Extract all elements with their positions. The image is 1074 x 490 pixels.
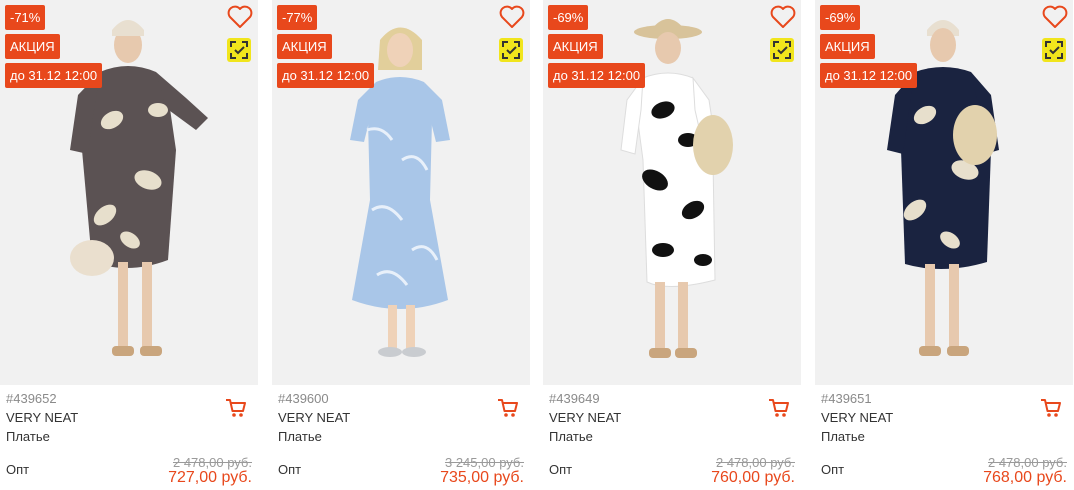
cart-icon[interactable] bbox=[224, 397, 248, 419]
product-sku: #439600 bbox=[278, 391, 329, 406]
product-info: #439652 VERY NEAT Платье Опт 2 478,00 ру… bbox=[0, 385, 258, 490]
old-price: 2 478,00 руб. bbox=[715, 455, 795, 470]
product-info: #439600 VERY NEAT Платье Опт 3 245,00 ру… bbox=[272, 385, 530, 490]
old-price: 3 245,00 руб. bbox=[444, 455, 524, 470]
promo-badge: АКЦИЯ bbox=[820, 34, 875, 59]
product-sku: #439651 bbox=[821, 391, 872, 406]
product-type: Платье bbox=[549, 429, 593, 444]
badge-stack: -71% АКЦИЯ до 31.12 12:00 bbox=[5, 5, 103, 88]
promo-badge: АКЦИЯ bbox=[277, 34, 332, 59]
promo-badge: АКЦИЯ bbox=[548, 34, 603, 59]
cart-icon[interactable] bbox=[496, 397, 520, 419]
deadline-badge: до 31.12 12:00 bbox=[548, 63, 646, 88]
product-type: Платье bbox=[278, 429, 322, 444]
heart-icon[interactable] bbox=[227, 5, 253, 29]
price-type-label: Опт bbox=[821, 462, 845, 477]
deadline-badge: до 31.12 12:00 bbox=[820, 63, 918, 88]
current-price: 760,00 руб. bbox=[711, 469, 795, 486]
cart-icon[interactable] bbox=[1039, 397, 1063, 419]
product-sku: #439649 bbox=[549, 391, 600, 406]
badge-stack: -77% АКЦИЯ до 31.12 12:00 bbox=[277, 5, 375, 88]
heart-icon[interactable] bbox=[1042, 5, 1068, 29]
discount-badge: -71% bbox=[5, 5, 46, 30]
product-brand[interactable]: VERY NEAT bbox=[549, 408, 795, 427]
deadline-badge: до 31.12 12:00 bbox=[277, 63, 375, 88]
product-card[interactable]: -69% АКЦИЯ до 31.12 12:00 #439649 VERY N… bbox=[543, 0, 801, 490]
price-type-label: Опт bbox=[549, 462, 573, 477]
current-price: 768,00 руб. bbox=[983, 469, 1067, 486]
product-type: Платье bbox=[821, 429, 865, 444]
product-card[interactable]: -77% АКЦИЯ до 31.12 12:00 #439600 VERY N… bbox=[272, 0, 530, 490]
product-brand[interactable]: VERY NEAT bbox=[6, 408, 252, 427]
badge-stack: -69% АКЦИЯ до 31.12 12:00 bbox=[820, 5, 918, 88]
current-price: 735,00 руб. bbox=[440, 469, 524, 486]
compare-check-icon[interactable] bbox=[770, 38, 794, 62]
product-brand[interactable]: VERY NEAT bbox=[278, 408, 524, 427]
old-price: 2 478,00 руб. bbox=[987, 455, 1067, 470]
heart-icon[interactable] bbox=[770, 5, 796, 29]
promo-badge: АКЦИЯ bbox=[5, 34, 60, 59]
product-card[interactable]: -71% АКЦИЯ до 31.12 12:00 #439652 VERY N… bbox=[0, 0, 258, 490]
heart-icon[interactable] bbox=[499, 5, 525, 29]
compare-check-icon[interactable] bbox=[499, 38, 523, 62]
compare-check-icon[interactable] bbox=[227, 38, 251, 62]
product-brand[interactable]: VERY NEAT bbox=[821, 408, 1067, 427]
discount-badge: -69% bbox=[548, 5, 589, 30]
deadline-badge: до 31.12 12:00 bbox=[5, 63, 103, 88]
compare-check-icon[interactable] bbox=[1042, 38, 1066, 62]
product-sku: #439652 bbox=[6, 391, 57, 406]
price-type-label: Опт bbox=[278, 462, 302, 477]
badge-stack: -69% АКЦИЯ до 31.12 12:00 bbox=[548, 5, 646, 88]
discount-badge: -69% bbox=[820, 5, 861, 30]
product-card[interactable]: -69% АКЦИЯ до 31.12 12:00 #439651 VERY N… bbox=[815, 0, 1073, 490]
discount-badge: -77% bbox=[277, 5, 318, 30]
product-grid: -71% АКЦИЯ до 31.12 12:00 #439652 VERY N… bbox=[0, 0, 1074, 490]
current-price: 727,00 руб. bbox=[168, 469, 252, 486]
cart-icon[interactable] bbox=[767, 397, 791, 419]
product-info: #439651 VERY NEAT Платье Опт 2 478,00 ру… bbox=[815, 385, 1073, 490]
price-type-label: Опт bbox=[6, 462, 30, 477]
product-info: #439649 VERY NEAT Платье Опт 2 478,00 ру… bbox=[543, 385, 801, 490]
product-type: Платье bbox=[6, 429, 50, 444]
old-price: 2 478,00 руб. bbox=[172, 455, 252, 470]
